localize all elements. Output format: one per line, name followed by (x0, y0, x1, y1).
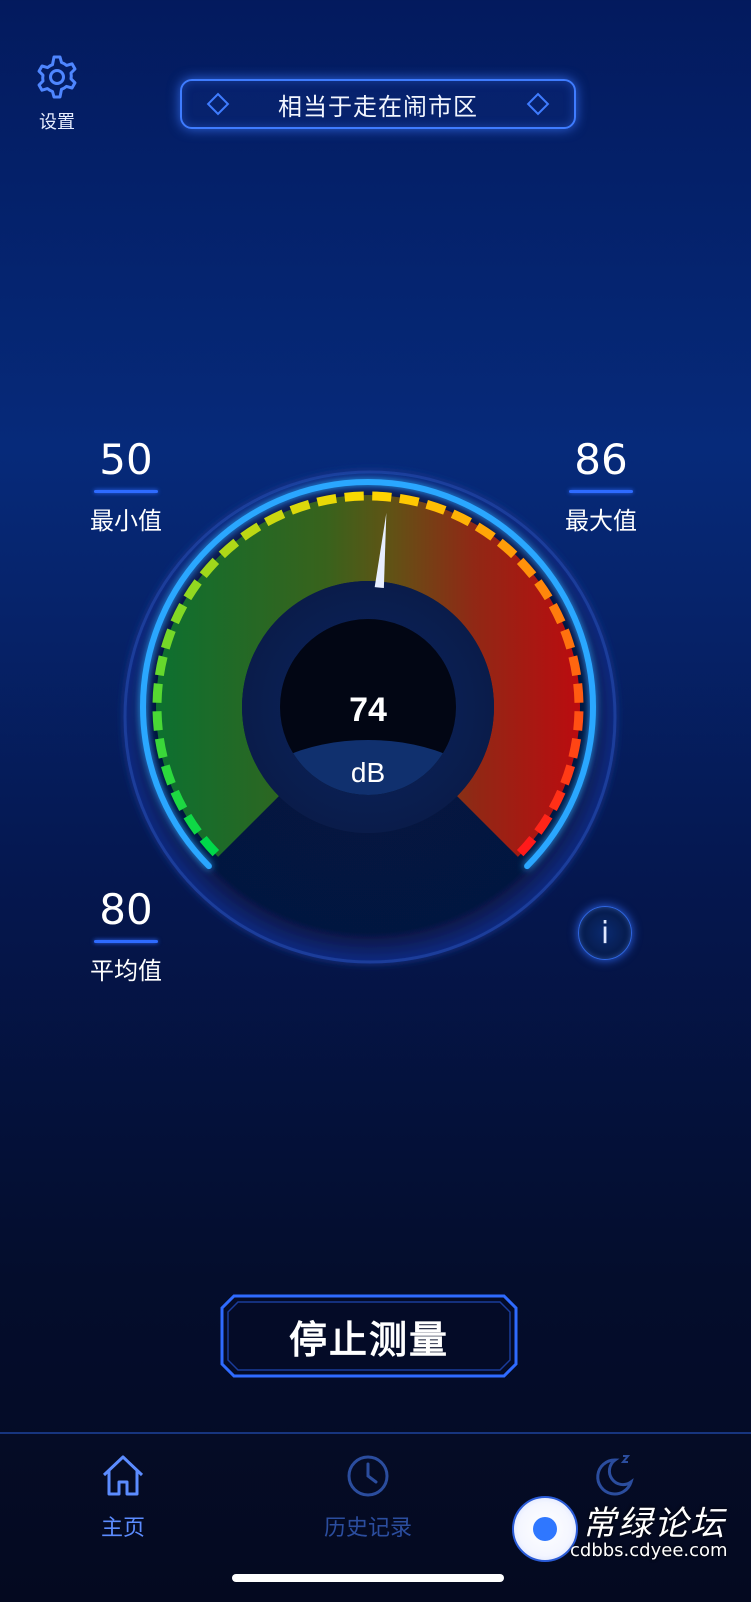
gauge-reading: 74 (349, 691, 387, 729)
noise-level-text: 相当于走在闹市区 (278, 92, 478, 121)
gauge-tick (399, 493, 420, 507)
decibel-gauge: 74 dB (115, 462, 625, 972)
watermark-url: cdbbs.cdyee.com (570, 1540, 728, 1561)
diamond-icon (526, 92, 550, 116)
gauge-tick (154, 655, 168, 676)
info-icon: i (600, 915, 610, 951)
home-indicator (232, 1574, 504, 1582)
tab-home-label: 主页 (100, 1516, 145, 1541)
home-icon (99, 1452, 147, 1500)
gear-icon (34, 54, 80, 100)
gauge-tick (289, 500, 311, 515)
stop-measurement-label: 停止测量 (288, 1317, 449, 1362)
gauge-tick (568, 655, 582, 676)
diamond-icon (206, 92, 230, 116)
tab-history[interactable]: 历史记录 (293, 1452, 443, 1542)
info-button[interactable]: i (578, 906, 632, 960)
gauge-unit: dB (351, 757, 385, 788)
settings-button[interactable]: 设置 (22, 54, 92, 134)
gauge-tick (573, 711, 584, 731)
gauge-tick (560, 628, 575, 650)
gauge-tick (372, 491, 392, 502)
forum-watermark: 常绿论坛 cdbbs.cdyee.com (510, 1492, 750, 1600)
gauge-tick (154, 738, 168, 759)
watermark-brand: 常绿论坛 (582, 1504, 726, 1544)
gauge-tick (425, 500, 447, 515)
settings-label: 设置 (39, 112, 75, 133)
clock-icon (344, 1452, 392, 1500)
tab-history-label: 历史记录 (323, 1516, 412, 1541)
tab-home[interactable]: 主页 (48, 1452, 198, 1542)
gauge-tick (152, 683, 163, 703)
watermark-logo (512, 1496, 578, 1562)
gauge-tick (568, 738, 582, 759)
stop-measurement-button[interactable]: 停止测量 (220, 1294, 518, 1378)
noise-level-banner: 相当于走在闹市区 (180, 79, 576, 129)
gauge-tick (560, 764, 575, 786)
gauge-tick (344, 491, 364, 502)
gauge-tick (316, 493, 337, 507)
gauge-tick (161, 764, 176, 786)
gauge-tick (161, 628, 176, 650)
gauge-tick (573, 683, 584, 703)
gauge-tick (152, 711, 163, 731)
